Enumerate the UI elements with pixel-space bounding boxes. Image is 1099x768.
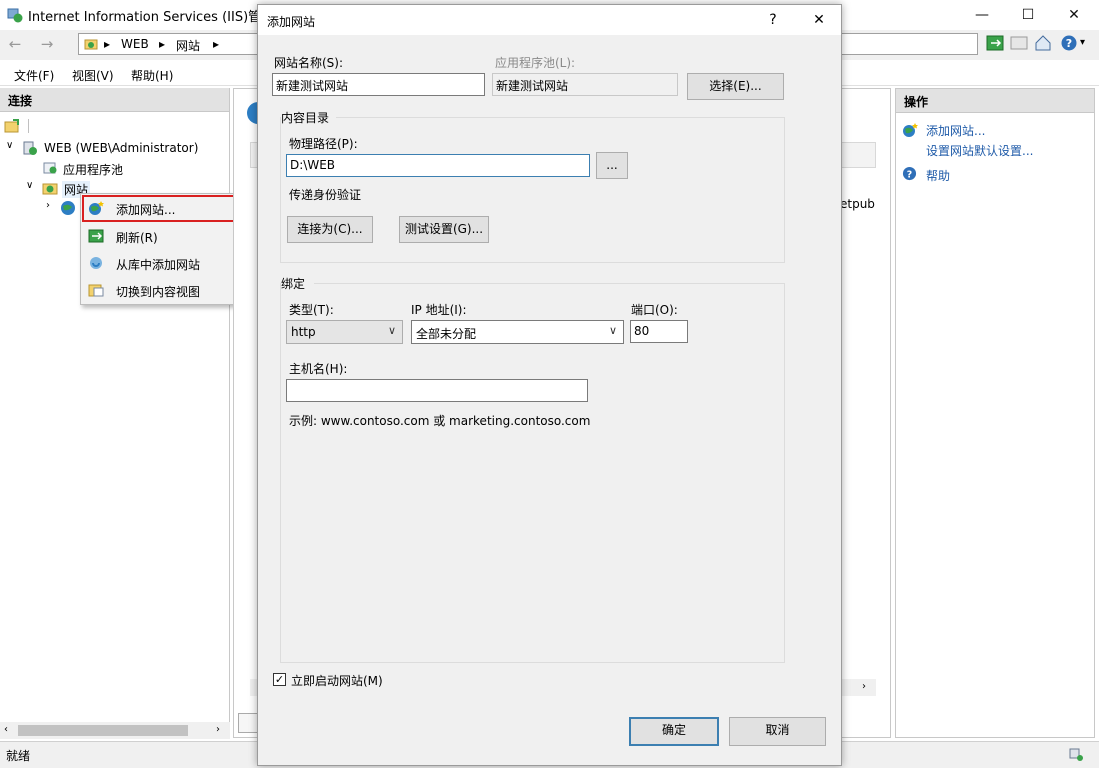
physical-path-label: 物理路径(P): [289,137,358,151]
tree-item-app-pools[interactable]: 应用程序池 [63,161,123,178]
highlight-box [82,195,242,222]
dialog-help-button[interactable]: ? [758,9,788,31]
scroll-right-icon[interactable]: › [216,724,220,735]
ctx-add-from-gallery-label: 从库中添加网站 [116,258,201,272]
breadcrumb-separator: ▸ [159,37,166,51]
sites-folder-icon [84,39,98,50]
left-pane-scrollbar[interactable]: ‹ › [0,722,230,739]
action-help[interactable]: 帮助 [926,167,950,184]
breadcrumb-separator: ▸ [213,37,220,51]
port-input[interactable]: 80 [630,320,688,343]
actions-header: 操作 [896,89,1094,113]
test-settings-button[interactable]: 测试设置(G)... [399,216,489,243]
refresh-icon[interactable] [986,34,1004,52]
back-button[interactable]: ← [4,34,26,56]
app-pool-field: 新建测试网站 [492,73,678,96]
stop-icon[interactable] [1010,34,1028,52]
hostname-example-text: 示例: www.contoso.com 或 marketing.contoso.… [289,414,591,428]
menu-help[interactable]: 帮助(H) [131,67,173,84]
ctx-content-view[interactable]: 切换到内容视图 [81,277,241,304]
refresh-icon [88,229,104,243]
close-button[interactable]: ✕ [1051,0,1097,30]
gallery-icon [90,257,102,269]
port-label: 端口(O): [631,303,678,317]
dialog-title: 添加网站 [267,15,316,29]
content-view-icon [88,284,104,297]
status-text: 就绪 [6,749,31,763]
server-icon [23,141,37,155]
toolbar-divider [28,119,29,133]
start-now-checkbox[interactable]: ✓ [273,673,286,686]
app-pool-label: 应用程序池(L): [495,56,576,70]
type-label: 类型(T): [289,303,334,317]
add-website-dialog: 添加网站 ? ✕ 网站名称(S): 新建测试网站 应用程序池(L): 新建测试网… [257,4,842,766]
collapse-chevron-icon[interactable]: › [46,200,50,211]
ok-button[interactable]: 确定 [629,717,719,746]
start-now-label: 立即启动网站(M) [291,674,383,688]
breadcrumb-sites[interactable]: 网站 [176,37,200,54]
scrollbar-thumb[interactable] [18,725,188,736]
ip-address-label: IP 地址(I): [411,303,467,317]
select-app-pool-button[interactable]: 选择(E)... [687,73,784,100]
context-menu: 添加网站... 刷新(R) 从库中添加网站 切换到内容视图 [80,193,242,305]
site-name-label: 网站名称(S): [274,56,344,70]
create-connection-icon[interactable] [4,118,20,134]
menu-file[interactable]: 文件(F) [14,67,54,84]
home-icon[interactable] [1034,34,1052,52]
app-pool-icon [43,162,57,174]
pass-through-auth-label: 传递身份验证 [289,188,362,202]
chevron-down-icon: ∨ [387,324,396,337]
network-status-icon [1069,748,1083,761]
physical-path-input[interactable]: D:\WEB [286,154,590,177]
scroll-left-icon[interactable]: ‹ [4,724,8,735]
action-set-site-defaults[interactable]: 设置网站默认设置... [926,142,1033,159]
minimize-button[interactable]: — [959,0,1005,30]
breadcrumb-separator: ▸ [104,37,111,51]
maximize-button[interactable]: ☐ [1005,0,1051,30]
connections-pane: 连接 ∨ WEB (WEB\Administrator) 应用程序池 ∨ 网站 … [0,88,230,738]
site-path-text: etpub [840,197,875,211]
ctx-refresh[interactable]: 刷新(R) [81,223,241,250]
hostname-input[interactable] [286,379,588,402]
action-add-website[interactable]: 添加网站... [926,122,985,139]
ip-address-select-value: 全部未分配 [416,327,477,341]
actions-pane: 操作 添加网站... 设置网站默认设置... ? 帮助 [895,88,1095,738]
cancel-button[interactable]: 取消 [729,717,826,746]
help-icon: ? [902,166,917,180]
breadcrumb-web[interactable]: WEB [121,37,149,51]
svg-text:?: ? [1066,37,1072,50]
hostname-label: 主机名(H): [289,362,348,376]
expand-chevron-icon[interactable]: ∨ [26,180,33,191]
ip-address-select[interactable]: 全部未分配 ∨ [411,320,624,344]
help-dropdown-chevron-icon[interactable]: ▾ [1080,37,1085,48]
group-divider [336,117,785,118]
ctx-refresh-label: 刷新(R) [116,231,158,245]
iis-app-icon [7,8,23,23]
browse-button[interactable]: ... [596,152,628,179]
dialog-titlebar: 添加网站 ? ✕ [258,5,841,35]
connections-header: 连接 [0,88,229,112]
dialog-close-button[interactable]: ✕ [804,9,834,31]
scroll-right-icon[interactable]: › [862,681,866,692]
tree-item-server[interactable]: WEB (WEB\Administrator) [44,141,198,155]
menu-view[interactable]: 视图(V) [72,67,114,84]
window-title: Internet Information Services (IIS)管理器 [28,10,288,25]
connect-as-button[interactable]: 连接为(C)... [287,216,373,243]
ctx-add-from-gallery[interactable]: 从库中添加网站 [81,250,241,277]
add-website-icon [903,123,918,137]
ctx-content-view-label: 切换到内容视图 [116,285,201,299]
chevron-down-icon: ∨ [608,324,617,337]
help-icon[interactable]: ? [1060,34,1078,52]
expand-chevron-icon[interactable]: ∨ [6,140,13,151]
type-select-value: http [291,325,316,339]
forward-button[interactable]: → [36,34,58,56]
svg-text:?: ? [907,169,912,180]
globe-icon [61,201,75,215]
type-select[interactable]: http ∨ [286,320,403,344]
site-name-input[interactable]: 新建测试网站 [272,73,485,96]
sites-folder-icon [42,183,58,195]
